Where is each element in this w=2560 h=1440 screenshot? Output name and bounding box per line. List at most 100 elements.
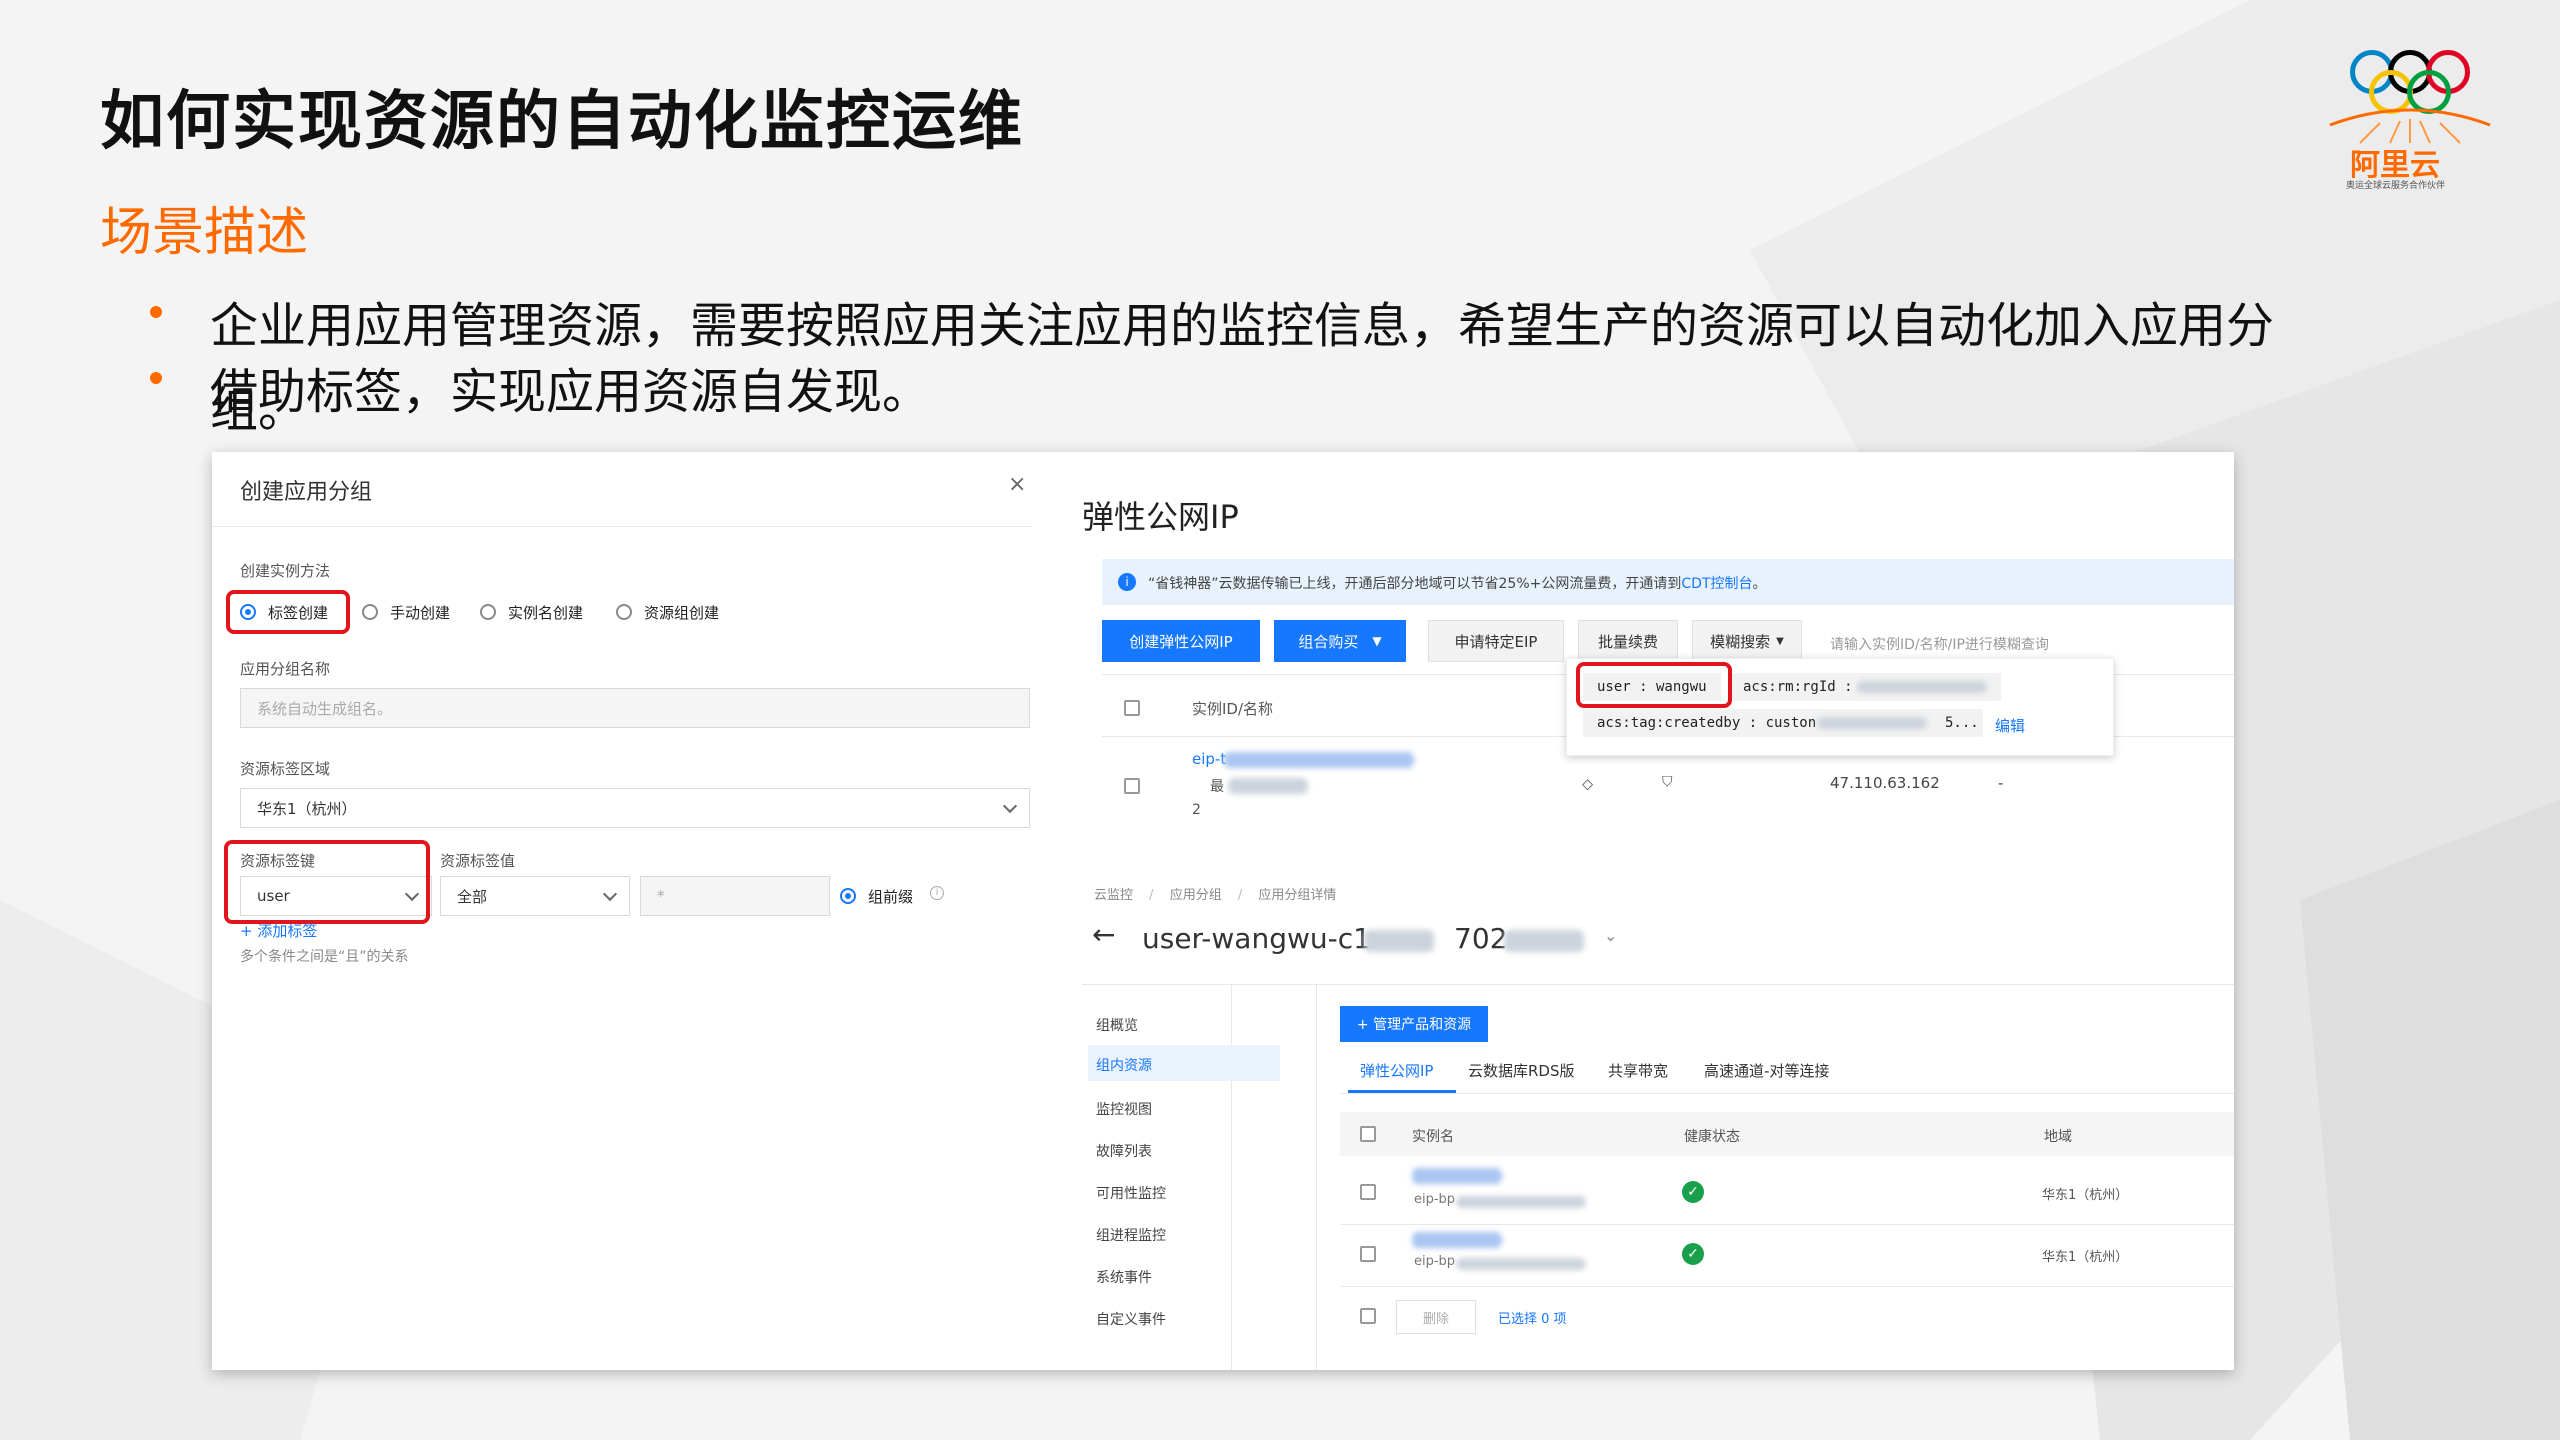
region-select[interactable]: 华东1（杭州） <box>240 788 1030 828</box>
instance-region: 华东1（杭州） <box>2042 1188 2129 1203</box>
divider <box>1082 984 2234 985</box>
bullet-overflow-text: 组。 <box>210 382 307 438</box>
divider <box>1316 985 1317 1370</box>
nav-item[interactable]: 组概览 <box>1096 1015 1138 1035</box>
instance-sub-id: eip-bp <box>1414 1254 1456 1269</box>
eip-id-link[interactable]: eip-t <box>1192 750 1226 768</box>
add-tag-link[interactable]: + 添加标签 <box>240 920 317 941</box>
redacted-text <box>1456 1196 1586 1208</box>
search-mode-select[interactable]: 模糊搜索 ▼ <box>1692 620 1802 662</box>
row-checkbox[interactable] <box>1360 1184 1376 1200</box>
info-icon: i <box>1118 573 1136 591</box>
eip-search-input[interactable]: 请输入实例ID/名称/IP进行模糊查询 <box>1812 626 2112 662</box>
slide-subtitle: 场景描述 <box>100 203 309 263</box>
chevron-down-icon: ▼ <box>1372 634 1382 648</box>
group-name: user-wangwu-c1 <box>1142 922 1371 955</box>
info-icon: i <box>930 886 944 900</box>
back-arrow-icon[interactable]: ← <box>1092 918 1115 951</box>
col-header: 健康状态 <box>1684 1129 1740 1145</box>
edit-tags-link[interactable]: 编辑 <box>1995 715 2025 736</box>
create-group-dialog: 创建应用分组 × 创建实例方法 标签创建 手动创建 实例名创建 资源组创建 应用… <box>212 452 1032 1370</box>
tab-rds[interactable]: 云数据库RDS版 <box>1468 1060 1575 1081</box>
chevron-down-icon: ▼ <box>1776 635 1784 647</box>
instance-sub-id: eip-bp <box>1414 1192 1456 1207</box>
breadcrumb-item[interactable]: 应用分组 <box>1170 888 1222 903</box>
bullet-text: 借助标签，实现应用资源自发现。 <box>210 364 931 420</box>
chevron-down-icon <box>1002 798 1018 814</box>
create-eip-button[interactable]: 创建弹性公网IP <box>1102 620 1260 662</box>
nav-item[interactable]: 组进程监控 <box>1096 1225 1166 1245</box>
breadcrumb-item: 应用分组详情 <box>1258 888 1337 903</box>
row-checkbox[interactable] <box>1124 778 1140 794</box>
radio-manual-create[interactable] <box>362 604 378 620</box>
nav-item[interactable]: 监控视图 <box>1096 1099 1152 1119</box>
eip-count: 2 <box>1192 802 1201 818</box>
redacted-text <box>1456 1258 1586 1270</box>
select-all-checkbox[interactable] <box>1124 700 1140 716</box>
close-icon[interactable]: × <box>1008 472 1026 497</box>
tag-value-option: 全部 <box>457 887 488 906</box>
tab-shared-bandwidth[interactable]: 共享带宽 <box>1608 1060 1668 1081</box>
breadcrumb-item[interactable]: 云监控 <box>1094 888 1133 903</box>
redacted-text <box>1817 717 1927 729</box>
bullet-text: 企业用应用管理资源，需要按照应用关注应用的监控信息，希望生产的资源可以自动化加入… <box>210 298 2275 354</box>
chevron-down-icon[interactable]: ⌄ <box>1604 926 1617 945</box>
prefix-label: 组前缀 <box>868 888 914 906</box>
divider <box>212 526 1032 527</box>
method-label: 创建实例方法 <box>240 562 331 580</box>
eip-address: 47.110.63.162 <box>1830 774 1940 792</box>
radio-name-create[interactable] <box>480 604 496 620</box>
nav-item[interactable]: 自定义事件 <box>1096 1309 1166 1329</box>
combo-buy-button[interactable]: 组合购买 ▼ <box>1274 620 1406 662</box>
nav-item[interactable]: 组内资源 <box>1096 1055 1152 1075</box>
nav-item[interactable]: 系统事件 <box>1096 1267 1152 1287</box>
delete-button[interactable]: 删除 <box>1396 1300 1476 1334</box>
redacted-text <box>1364 930 1434 952</box>
tag-icon[interactable]: ⬦ <box>1582 774 1593 794</box>
apply-eip-button[interactable]: 申请特定EIP <box>1428 620 1564 662</box>
nav-item[interactable]: 可用性监控 <box>1096 1183 1166 1203</box>
tab-express-connect[interactable]: 高速通道-对等连接 <box>1704 1060 1829 1081</box>
prefix-radio[interactable] <box>840 888 856 904</box>
radio-resource-group-create[interactable] <box>616 604 632 620</box>
group-name-label: 应用分组名称 <box>240 660 331 678</box>
redacted-text <box>1857 681 1987 693</box>
cdt-console-link[interactable]: CDT控制台 <box>1681 576 1752 592</box>
footer-checkbox[interactable] <box>1360 1308 1376 1324</box>
tag-value-select[interactable]: 全部 <box>440 876 630 916</box>
redacted-text <box>1412 1232 1502 1248</box>
slide-title: 如何实现资源的自动化监控运维 <box>100 85 1024 159</box>
select-all-checkbox[interactable] <box>1360 1126 1376 1142</box>
redacted-text <box>1224 752 1414 768</box>
redacted-text <box>1228 778 1308 794</box>
row-checkbox[interactable] <box>1360 1246 1376 1262</box>
highlight-box <box>226 590 350 634</box>
col-header: 实例名 <box>1412 1129 1454 1145</box>
logo-subtext: 奥运全球云服务合作伙伴 <box>2346 181 2446 191</box>
shield-icon: ⛉ <box>1662 774 1673 790</box>
tag-value-input[interactable]: * <box>640 876 830 916</box>
chevron-down-icon <box>602 886 618 902</box>
eip-dash: - <box>1998 774 2004 792</box>
divider <box>1340 1224 2234 1225</box>
region-value: 华东1（杭州） <box>257 799 357 818</box>
notice-text: “省钱神器”云数据传输已上线，开通后部分地域可以节省25%+公网流量费，开通请到… <box>1148 576 1767 592</box>
group-name-input[interactable]: 系统自动生成组名。 <box>240 688 1030 728</box>
slide: 如何实现资源的自动化监控运维 场景描述 企业用应用管理资源，需要按照应用关注应用… <box>0 0 2560 1440</box>
col-header: 地域 <box>2044 1129 2072 1145</box>
nav-item[interactable]: 故障列表 <box>1096 1141 1152 1161</box>
healthy-check-icon: ✓ <box>1682 1181 1704 1203</box>
detail-sidebar: 组概览 组内资源 监控视图 故障列表 可用性监控 组进程监控 系统事件 自定义事… <box>1082 985 1280 1370</box>
eip-name: 最 <box>1210 779 1224 795</box>
highlight-box <box>1576 662 1732 708</box>
healthy-check-icon: ✓ <box>1682 1243 1704 1265</box>
highlight-box <box>224 840 430 924</box>
tab-eip[interactable]: 弹性公网IP <box>1360 1060 1433 1081</box>
method-option-label: 资源组创建 <box>644 604 720 622</box>
method-option-label: 手动创建 <box>390 604 451 622</box>
rays-icon <box>2329 108 2491 144</box>
batch-renew-button[interactable]: 批量续费 <box>1578 620 1678 662</box>
table-header <box>1340 1112 2234 1156</box>
manage-resources-button[interactable]: + 管理产品和资源 <box>1340 1006 1488 1042</box>
region-label: 资源标签区域 <box>240 760 331 778</box>
